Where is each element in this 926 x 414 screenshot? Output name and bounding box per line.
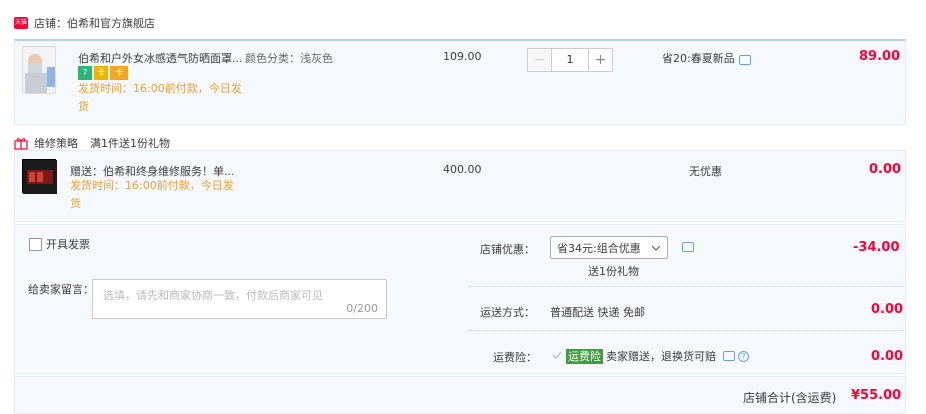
insurance-amount: 0.00 [871,349,904,364]
quantity-stepper: − 1 + [527,48,613,72]
gift-tag: 维修策略 [34,137,78,150]
product-spec: 颜色分类：浅灰色 [245,52,333,65]
shop-discount-label: 店铺优惠： [480,243,535,256]
product-thumbnail[interactable] [22,46,56,94]
shop-total-label: 店铺合计(含运费) [743,391,837,405]
message-textarea[interactable]: 选填，请先和商家协商一致，付款后商家可见 0/200 [92,279,387,319]
gift-promo: 无优惠 [689,165,722,178]
shipping-label: 运送方式： [480,306,535,319]
tmall-badge: 天猫 [14,17,28,29]
seven-day-return-icon: 7 [78,66,92,80]
shop-discount-select[interactable]: 省34元:组合优惠 [550,236,668,259]
ship-time-text: 发货时间：16:00前付款，今日发货 [78,82,242,113]
gift-ship-time: 发货时间：16:00前付款，今日发货 [70,179,234,210]
gift-rule-text: 满1件送1份礼物 [90,137,170,150]
gift-price: 400.00 [443,163,482,176]
card-icon: 卡 [110,66,128,80]
divider [468,330,904,331]
insurance-text: 卖家赠送，退换货可赔 [606,350,716,363]
decrease-button[interactable]: − [527,48,552,72]
shop-discount-sub: 送1份礼物 [588,265,639,278]
check-icon [551,349,563,364]
invoice-label: 开具发票 [46,238,90,251]
service-badges: 7 卡 卡 [78,66,130,80]
insurance-label: 运费险： [493,351,537,364]
increase-button[interactable]: + [588,48,613,72]
unit-price: 109.00 [443,50,482,63]
invoice-option[interactable]: 开具发票 [29,236,90,252]
insurance-tag: 运费险 [566,348,603,364]
shop-name-link[interactable]: 店铺：伯希和官方旗舰店 [34,15,155,31]
shipping-value: 普通配送 快递 免邮 [550,306,645,319]
shipping-amount: 0.00 [871,302,904,317]
product-title-link[interactable]: 伯希和户外女冰感透气防晒面罩... [78,50,243,66]
help-icon[interactable]: ? [738,350,749,362]
shop-header: 天猫 店铺：伯希和官方旗舰店 [14,15,155,31]
gift-header: 维修策略 满1件送1份礼物 [14,135,170,151]
credit-icon: 卡 [94,66,108,80]
shop-discount-value: 省34元:组合优惠 [557,241,641,255]
message-label: 给卖家留言： [28,283,94,296]
invoice-checkbox[interactable] [29,237,42,251]
gift-subtotal: 0.00 [869,162,902,177]
insurance-option: 运费险 卖家赠送，退换货可赔 ? [551,348,749,364]
message-counter: 0/200 [346,302,378,315]
quantity-input[interactable]: 1 [552,48,588,72]
shop-total-amount: ¥55.00 [851,388,902,403]
insurance-chat-icon[interactable] [723,351,735,361]
gift-thumbnail[interactable] [22,159,57,194]
chat-icon[interactable] [739,55,751,65]
item-promo: 省20:春夏新品 [662,52,735,65]
message-placeholder: 选填，请先和商家协商一致，付款后商家可见 [103,289,323,302]
item-subtotal: 89.00 [859,49,901,64]
gift-icon [14,136,28,150]
discount-chat-icon[interactable] [682,242,694,252]
divider [468,286,904,287]
chevron-down-icon [651,241,661,254]
shop-discount-amount: -34.00 [853,240,900,255]
